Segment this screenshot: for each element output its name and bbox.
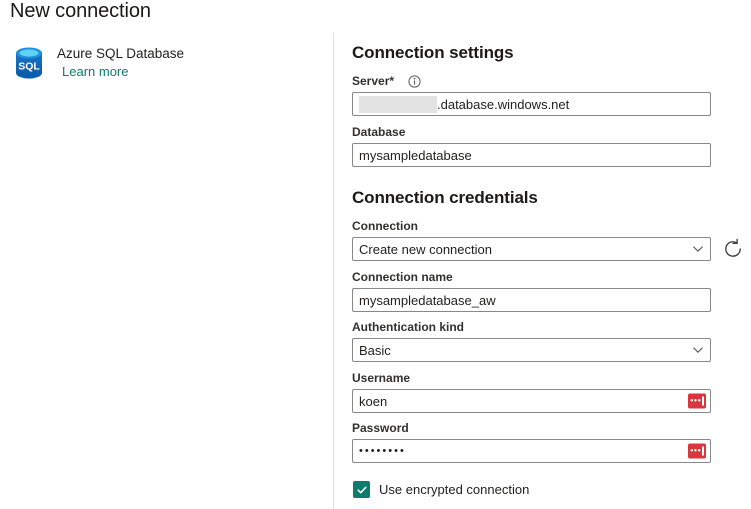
password-label: Password <box>352 421 409 435</box>
password-manager-icon[interactable]: ••• <box>688 393 706 409</box>
username-value: koen <box>359 393 388 409</box>
database-value: mysampledatabase <box>359 147 472 163</box>
server-value-redaction <box>359 95 437 113</box>
connection-name-label: Connection name <box>352 270 453 284</box>
checkmark-icon <box>356 486 367 493</box>
server-label: Server* <box>352 74 394 89</box>
chevron-down-icon <box>692 243 704 255</box>
password-manager-cursor <box>702 396 704 406</box>
refresh-icon[interactable] <box>720 236 746 262</box>
connector-card: SQL Azure SQL Database Learn more <box>10 43 184 82</box>
panel-divider <box>333 33 334 509</box>
use-encrypted-connection-label: Use encrypted connection <box>379 482 530 497</box>
learn-more-link[interactable]: Learn more <box>62 64 128 80</box>
database-input[interactable]: mysampledatabase <box>352 143 711 167</box>
password-manager-dots: ••• <box>690 395 702 406</box>
info-icon[interactable] <box>408 75 421 88</box>
connector-text: Azure SQL Database Learn more <box>57 43 184 81</box>
authentication-kind-dropdown[interactable]: Basic <box>352 338 711 362</box>
connection-form-panel: Connection settings Server* .database.wi… <box>352 0 751 509</box>
page-title: New connection <box>10 0 151 22</box>
username-label: Username <box>352 371 411 385</box>
username-input[interactable]: koen ••• <box>352 389 711 413</box>
svg-text:SQL: SQL <box>18 61 40 73</box>
use-encrypted-connection-row[interactable]: Use encrypted connection <box>353 481 529 498</box>
connection-name-value: mysampledatabase_aw <box>359 292 496 308</box>
password-value: •••••••• <box>359 445 406 457</box>
password-manager-icon[interactable]: ••• <box>688 443 706 459</box>
password-input[interactable]: •••••••• ••• <box>352 439 711 463</box>
password-manager-cursor <box>702 446 704 456</box>
database-label: Database <box>352 125 406 139</box>
connection-settings-heading: Connection settings <box>352 43 514 62</box>
password-manager-dots: ••• <box>690 445 702 456</box>
connector-name: Azure SQL Database <box>57 46 185 61</box>
connection-value: Create new connection <box>359 241 492 257</box>
connection-name-input[interactable]: mysampledatabase_aw <box>352 288 711 312</box>
chevron-down-icon <box>692 344 704 356</box>
server-required-marker: * <box>389 74 395 88</box>
connection-dropdown[interactable]: Create new connection <box>352 237 711 261</box>
connection-label: Connection <box>352 219 418 233</box>
authentication-kind-value: Basic <box>359 342 391 358</box>
azure-sql-database-icon: SQL <box>10 44 48 82</box>
authentication-kind-label: Authentication kind <box>352 320 464 334</box>
connection-credentials-heading: Connection credentials <box>352 188 538 207</box>
server-input[interactable]: .database.windows.net <box>352 92 711 116</box>
connector-panel: SQL Azure SQL Database Learn more <box>0 34 333 509</box>
use-encrypted-connection-checkbox[interactable] <box>353 481 370 498</box>
server-label-text: Server <box>352 74 390 88</box>
server-value-suffix: .database.windows.net <box>437 96 570 112</box>
